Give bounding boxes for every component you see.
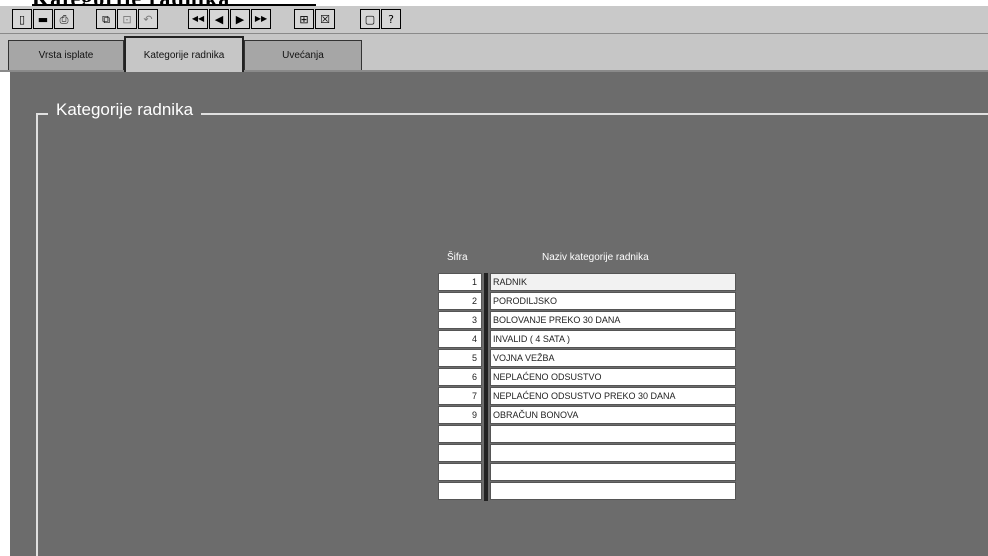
- last-record-button[interactable]: ▶▶: [251, 9, 271, 29]
- name-cell[interactable]: RADNIK: [490, 273, 736, 291]
- row-marker: [484, 311, 488, 330]
- help-icon: ?: [388, 12, 394, 26]
- add-record-icon: ⊞: [299, 12, 309, 26]
- name-cell[interactable]: OBRAČUN BONOVA: [490, 406, 736, 424]
- fieldset-border-left: [36, 113, 38, 556]
- undo-icon: ↶: [143, 12, 153, 26]
- delete-record-icon: ☒: [320, 12, 330, 26]
- window-button[interactable]: ▢: [360, 9, 380, 29]
- row-marker: [484, 330, 488, 349]
- code-cell[interactable]: [438, 463, 482, 481]
- copy-button[interactable]: ⧉: [96, 9, 116, 29]
- paste-icon: ⊡: [122, 12, 132, 26]
- copy-icon: ⧉: [102, 12, 110, 26]
- table-row: 5 VOJNA VEŽBA: [438, 349, 738, 368]
- tab-kategorije-radnika[interactable]: Kategorije radnika: [124, 36, 244, 72]
- tab-vrsta-isplate[interactable]: Vrsta isplate: [8, 40, 124, 70]
- add-record-button[interactable]: ⊞: [294, 9, 314, 29]
- table-row: 2 PORODILJSKO: [438, 292, 738, 311]
- column-header-code: Šifra: [447, 252, 468, 263]
- row-marker: [484, 368, 488, 387]
- name-cell[interactable]: [490, 482, 736, 500]
- first-record-button[interactable]: ◀◀: [188, 9, 208, 29]
- row-marker: [484, 387, 488, 406]
- code-cell[interactable]: 1: [438, 273, 482, 291]
- code-cell[interactable]: [438, 482, 482, 500]
- delete-record-button[interactable]: ☒: [315, 9, 335, 29]
- tab-uvecanja[interactable]: Uvećanja: [244, 40, 362, 70]
- row-marker: [484, 406, 488, 425]
- first-record-icon: ◀◀: [191, 14, 205, 23]
- name-cell[interactable]: [490, 444, 736, 462]
- table-row: [438, 482, 738, 501]
- code-cell[interactable]: 5: [438, 349, 482, 367]
- name-cell[interactable]: VOJNA VEŽBA: [490, 349, 736, 367]
- row-marker: [484, 273, 488, 292]
- table-row: [438, 444, 738, 463]
- column-header-name: Naziv kategorije radnika: [542, 252, 649, 263]
- code-cell[interactable]: 7: [438, 387, 482, 405]
- name-cell[interactable]: [490, 463, 736, 481]
- row-marker: [484, 482, 488, 501]
- table-row: 6 NEPLAĆENO ODSUSTVO: [438, 368, 738, 387]
- print-button[interactable]: ⎙: [54, 9, 74, 29]
- table-row: 7 NEPLAĆENO ODSUSTVO PREKO 30 DANA: [438, 387, 738, 406]
- row-marker: [484, 463, 488, 482]
- previous-record-icon: ◀: [214, 12, 224, 26]
- toolbar-group-navigation: ◀◀ ◀ ▶ ▶▶: [188, 9, 272, 31]
- last-record-icon: ▶▶: [254, 14, 268, 23]
- code-cell[interactable]: [438, 425, 482, 443]
- print-icon: ⎙: [59, 12, 69, 26]
- name-cell[interactable]: PORODILJSKO: [490, 292, 736, 310]
- name-cell[interactable]: NEPLAĆENO ODSUSTVO PREKO 30 DANA: [490, 387, 736, 405]
- name-cell[interactable]: BOLOVANJE PREKO 30 DANA: [490, 311, 736, 329]
- code-cell[interactable]: 4: [438, 330, 482, 348]
- next-record-button[interactable]: ▶: [230, 9, 250, 29]
- row-marker: [484, 444, 488, 463]
- toolbar-group-edit: ⧉ ⊡ ↶: [96, 9, 159, 31]
- paste-button[interactable]: ⊡: [117, 9, 137, 29]
- save-icon: ▬: [37, 12, 49, 26]
- table-row: 9 OBRAČUN BONOVA: [438, 406, 738, 425]
- name-cell[interactable]: NEPLAĆENO ODSUSTVO: [490, 368, 736, 386]
- code-cell[interactable]: 9: [438, 406, 482, 424]
- undo-button[interactable]: ↶: [138, 9, 158, 29]
- window-icon: ▢: [364, 12, 376, 26]
- tab-bar: Vrsta isplate Kategorije radnika Uvećanj…: [0, 34, 988, 72]
- code-cell[interactable]: 6: [438, 368, 482, 386]
- toolbar: ▯ ▬ ⎙ ⧉ ⊡ ↶ ◀◀ ◀ ▶ ▶▶ ⊞ ☒ ▢?: [0, 6, 988, 34]
- code-cell[interactable]: [438, 444, 482, 462]
- row-marker: [484, 425, 488, 444]
- table-row: [438, 463, 738, 482]
- form-panel: Kategorije radnika Šifra Naziv kategorij…: [10, 72, 988, 556]
- open-icon: ▯: [18, 12, 26, 26]
- open-button[interactable]: ▯: [12, 9, 32, 29]
- name-cell[interactable]: INVALID ( 4 SATA ): [490, 330, 736, 348]
- toolbar-group-help: ▢?: [360, 9, 402, 31]
- previous-record-button[interactable]: ◀: [209, 9, 229, 29]
- code-cell[interactable]: 3: [438, 311, 482, 329]
- code-cell[interactable]: 2: [438, 292, 482, 310]
- next-record-icon: ▶: [235, 12, 245, 26]
- table-row: 3 BOLOVANJE PREKO 30 DANA: [438, 311, 738, 330]
- row-marker: [484, 349, 488, 368]
- row-marker: [484, 292, 488, 311]
- help-button[interactable]: ?: [381, 9, 401, 29]
- toolbar-group-file: ▯ ▬ ⎙: [12, 9, 75, 31]
- save-button[interactable]: ▬: [33, 9, 53, 29]
- table-row: 4 INVALID ( 4 SATA ): [438, 330, 738, 349]
- table-row: [438, 425, 738, 444]
- fieldset-legend: Kategorije radnika: [48, 100, 202, 120]
- toolbar-group-records: ⊞ ☒: [294, 9, 336, 31]
- table-row: 1 RADNIK: [438, 273, 738, 292]
- name-cell[interactable]: [490, 425, 736, 443]
